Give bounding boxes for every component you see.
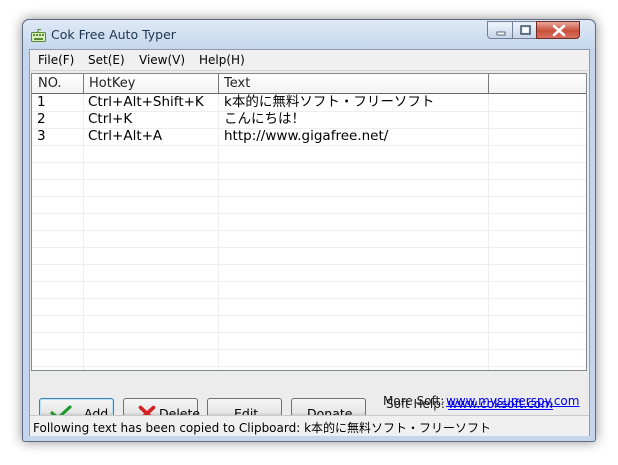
close-icon: [552, 24, 566, 37]
hotkey-list[interactable]: NO. HotKey Text 1 Ctrl+Alt+Shift+K k本的に無…: [31, 73, 587, 371]
grid-line: [32, 264, 586, 265]
menu-bar: File(F) Set(E) View(V) Help(H): [30, 50, 589, 71]
cell-no: 2: [37, 111, 46, 127]
list-header: NO. HotKey Text: [32, 74, 586, 94]
column-header-no[interactable]: NO.: [38, 76, 62, 91]
menu-view[interactable]: View(V): [139, 53, 185, 67]
minimize-button[interactable]: [487, 21, 513, 39]
grid-line: [32, 230, 586, 231]
menu-set[interactable]: Set(E): [88, 53, 125, 67]
grid-line: [32, 162, 586, 163]
grid-line: [32, 366, 586, 367]
grid-line: [32, 196, 586, 197]
list-row[interactable]: 2 Ctrl+K こんにちは！: [32, 111, 586, 128]
client-area: File(F) Set(E) View(V) Help(H) NO. HotKe…: [29, 49, 590, 436]
cell-hotkey: Ctrl+Alt+A: [88, 128, 163, 144]
title-bar[interactable]: Cok Free Auto Typer: [23, 20, 595, 48]
cell-no: 1: [37, 94, 46, 110]
column-separator[interactable]: [488, 74, 489, 93]
more-soft-label: More Soft:: [383, 394, 445, 408]
column-header-text[interactable]: Text: [224, 76, 250, 91]
list-row[interactable]: 3 Ctrl+Alt+A http://www.gigafree.net/: [32, 128, 586, 145]
grid-line: [32, 145, 586, 146]
column-separator[interactable]: [218, 74, 219, 93]
close-button[interactable]: [536, 21, 580, 39]
grid-line: [32, 298, 586, 299]
app-window: Cok Free Auto Typer File(F) Set(E) View(…: [22, 19, 596, 442]
grid-line: [32, 349, 586, 350]
cell-hotkey: Ctrl+Alt+Shift+K: [88, 94, 204, 110]
list-row[interactable]: 1 Ctrl+Alt+Shift+K k本的に無料ソフト・フリーソフト: [32, 94, 586, 111]
status-text: Following text has been copied to Clipbo…: [33, 421, 492, 435]
grid-line: [32, 213, 586, 214]
cell-no: 3: [37, 128, 46, 144]
column-separator[interactable]: [83, 74, 84, 93]
more-soft-link[interactable]: www.mysuperspy.com: [446, 394, 579, 408]
cell-text: http://www.gigafree.net/: [224, 128, 389, 144]
cell-text: こんにちは！: [224, 111, 305, 127]
maximize-icon: [520, 25, 531, 35]
cell-hotkey: Ctrl+K: [88, 111, 133, 127]
grid-line: [32, 332, 586, 333]
window-title: Cok Free Auto Typer: [51, 27, 176, 42]
grid-line: [32, 281, 586, 282]
grid-line: [32, 315, 586, 316]
cell-text: k本的に無料ソフト・フリーソフト: [224, 94, 435, 110]
grid-line: [32, 247, 586, 248]
grid-line: [32, 179, 586, 180]
menu-help[interactable]: Help(H): [199, 53, 245, 67]
status-bar: Following text has been copied to Clipbo…: [30, 415, 589, 436]
minimize-icon: [496, 31, 506, 36]
column-header-hotkey[interactable]: HotKey: [89, 76, 135, 91]
maximize-button[interactable]: [512, 21, 537, 39]
keyboard-app-icon: [31, 27, 46, 42]
menu-file[interactable]: File(F): [38, 53, 74, 67]
